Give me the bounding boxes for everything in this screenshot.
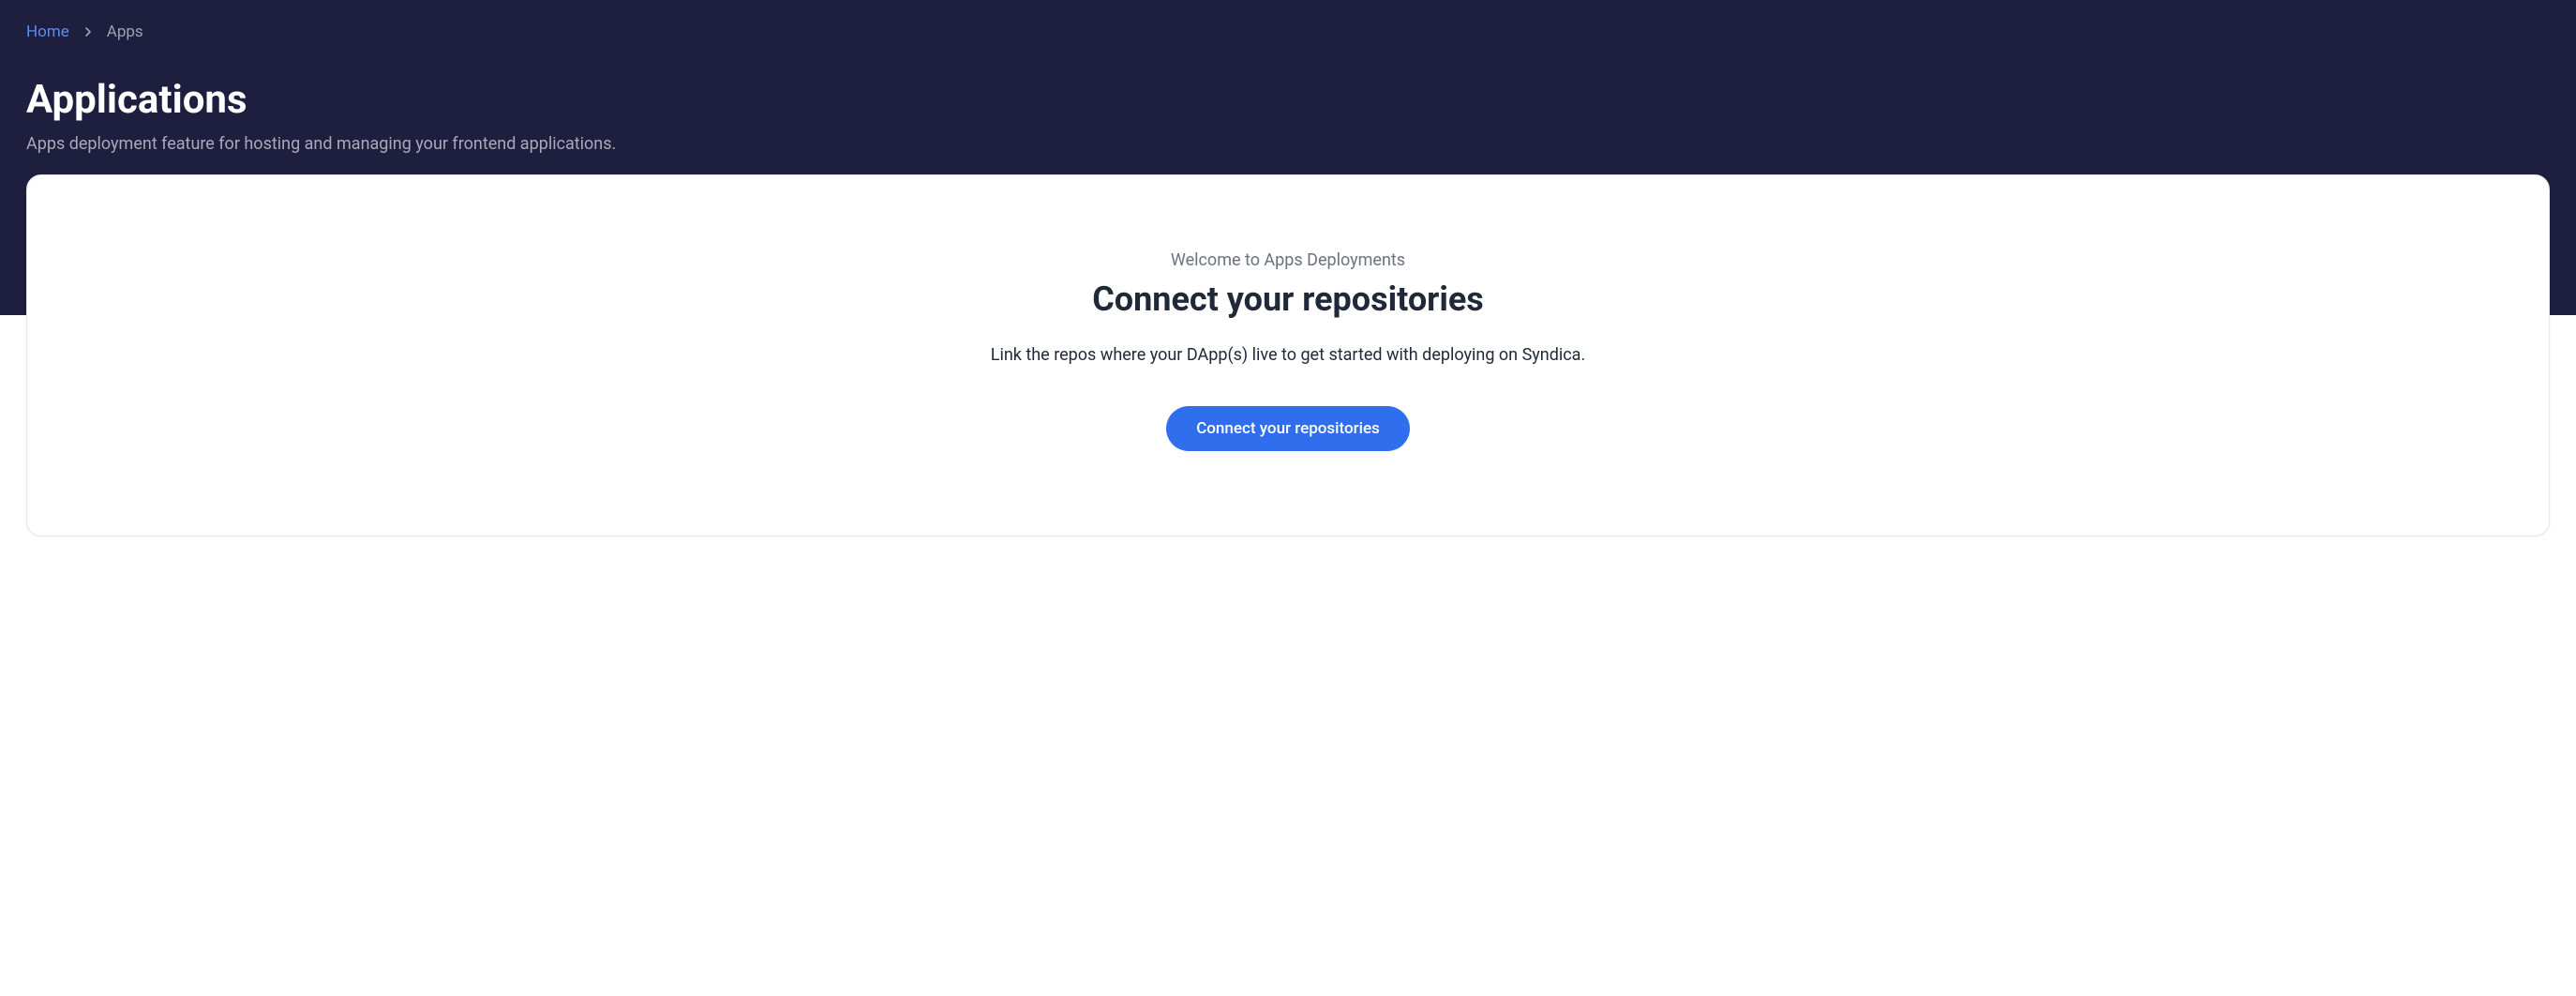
page-subtitle: Apps deployment feature for hosting and … bbox=[26, 134, 2550, 154]
card-eyebrow: Welcome to Apps Deployments bbox=[65, 250, 2511, 270]
connect-repos-card: Welcome to Apps Deployments Connect your… bbox=[26, 174, 2550, 536]
breadcrumb: Home Apps bbox=[26, 23, 2550, 41]
breadcrumb-home-link[interactable]: Home bbox=[26, 23, 69, 41]
breadcrumb-current: Apps bbox=[107, 23, 143, 41]
connect-repositories-button[interactable]: Connect your repositories bbox=[1166, 406, 1410, 451]
page-title: Applications bbox=[26, 77, 2550, 123]
card-heading: Connect your repositories bbox=[65, 279, 2511, 319]
content-wrapper: Welcome to Apps Deployments Connect your… bbox=[0, 174, 2576, 536]
chevron-right-icon bbox=[81, 24, 96, 39]
card-description: Link the repos where your DApp(s) live t… bbox=[65, 345, 2511, 365]
